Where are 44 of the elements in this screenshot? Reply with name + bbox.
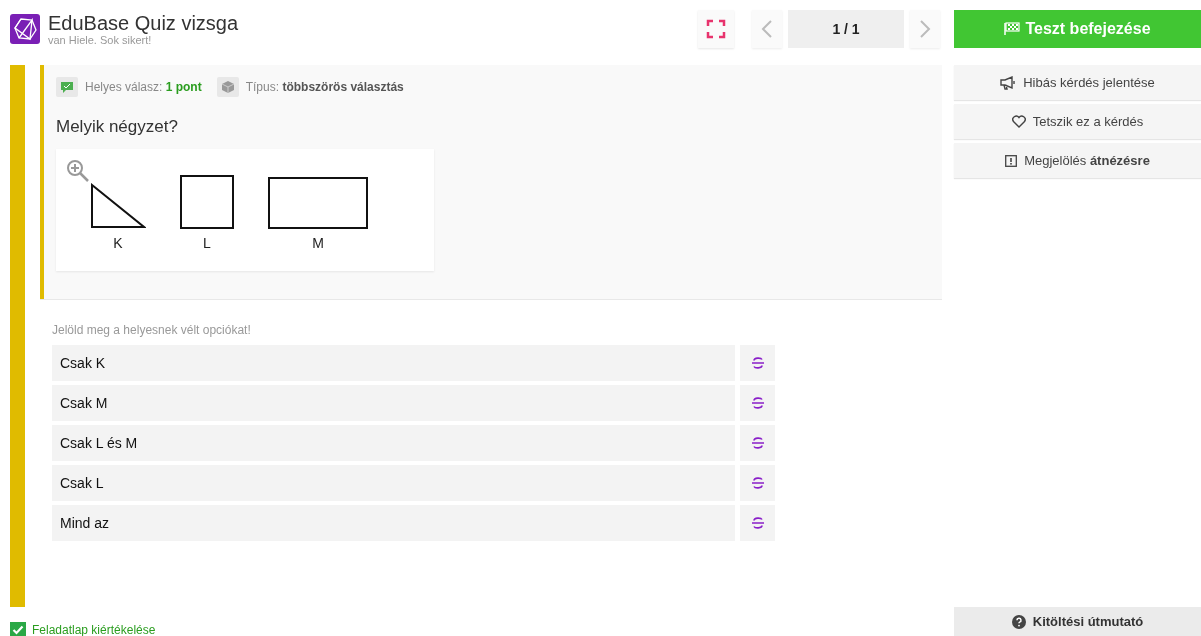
question-text: Melyik négyzet?	[56, 117, 179, 137]
figure-label: L	[203, 235, 211, 251]
side-action-button[interactable]: Tetszik ez a kérdés	[954, 104, 1201, 139]
square-drawing	[180, 175, 234, 229]
app-title: EduBase Quiz vizsga	[48, 11, 239, 34]
strikethrough-button[interactable]	[740, 425, 775, 461]
score-label: Helyes válasz: 1 pont	[85, 80, 202, 94]
strikethrough-button[interactable]	[740, 345, 775, 381]
help-button[interactable]: Kitöltési útmutató	[954, 607, 1201, 636]
strikethrough-button[interactable]	[740, 505, 775, 541]
exclamation-icon	[1005, 154, 1018, 167]
strikethrough-icon[interactable]	[750, 396, 765, 410]
side-action-button[interactable]: Megjelölés átnézésre	[954, 143, 1201, 178]
zoom-in-icon[interactable]	[66, 159, 90, 183]
comment-icon	[56, 77, 78, 97]
triangle-drawing	[90, 183, 146, 229]
question-icon	[1011, 614, 1026, 629]
answer-option[interactable]: Csak M	[52, 385, 735, 421]
page-indicator: 1 / 1	[788, 9, 904, 48]
strikethrough-icon[interactable]	[750, 516, 765, 530]
answer-option[interactable]: Csak K	[52, 345, 735, 381]
strikethrough-button[interactable]	[740, 465, 775, 501]
strikethrough-icon[interactable]	[750, 356, 765, 370]
fullscreen-icon[interactable]	[706, 18, 726, 39]
side-action-button[interactable]: Hibás kérdés jelentése	[954, 65, 1201, 100]
checkered-flag-icon	[1004, 21, 1021, 36]
answer-option[interactable]: Mind az	[52, 505, 735, 541]
fullscreen-button[interactable]	[698, 9, 734, 48]
megaphone-icon	[1000, 75, 1017, 90]
strikethrough-icon[interactable]	[750, 436, 765, 450]
strikethrough-button[interactable]	[740, 385, 775, 421]
cube-icon	[216, 77, 239, 97]
type-label: Típus: többszörös választás	[245, 80, 404, 94]
answer-option[interactable]: Csak L	[52, 465, 735, 501]
logo-icon	[10, 13, 40, 44]
instruction-text: Jelöld meg a helyesnek vélt opciókat!	[52, 323, 252, 337]
answer-option[interactable]: Csak L és M	[52, 425, 735, 461]
figure-label: M	[312, 235, 324, 251]
figure-label: K	[113, 235, 123, 251]
checkbox[interactable]	[10, 622, 26, 636]
heart-icon	[1011, 115, 1026, 128]
app-subtitle: van Hiele. Sok sikert!	[48, 33, 152, 46]
strikethrough-icon[interactable]	[750, 476, 765, 490]
evaluation-label: Feladatlap kiértékelése	[32, 623, 156, 636]
